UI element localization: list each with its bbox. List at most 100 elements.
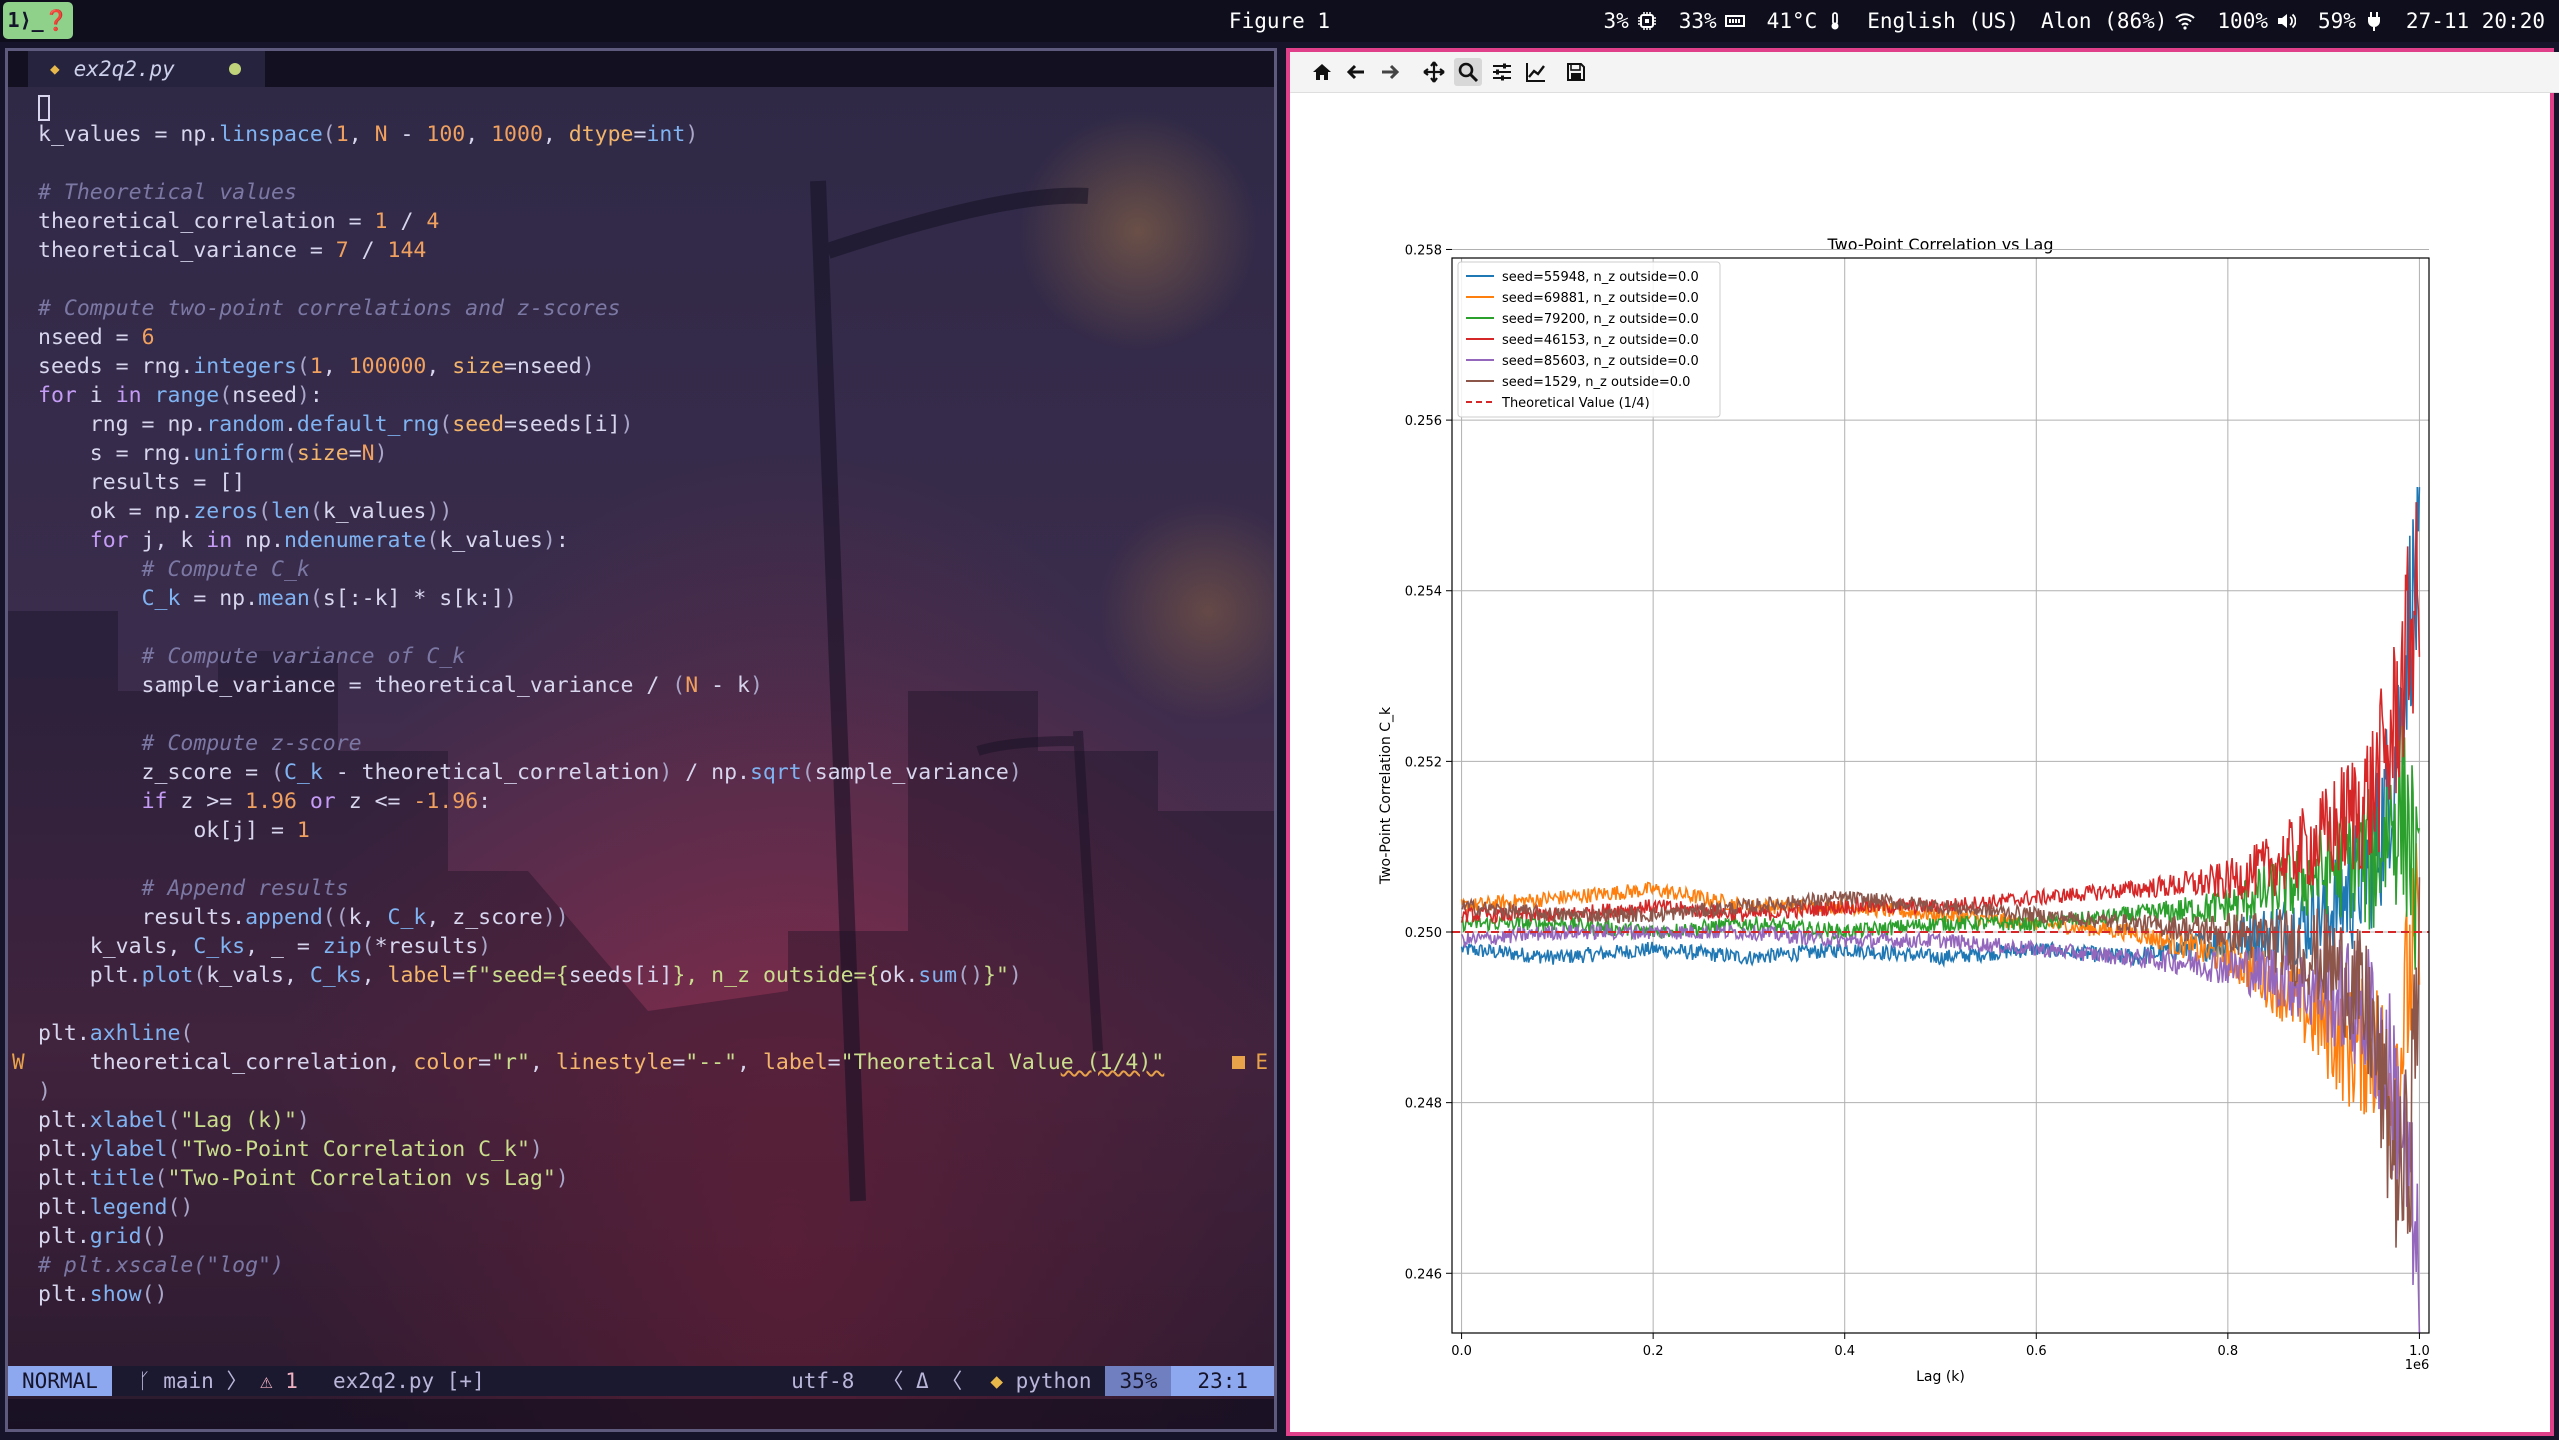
code-line: seeds = rng.integers(1, 100000, size=nse…	[38, 354, 595, 379]
cursor-position: 23:1	[1171, 1366, 1274, 1396]
diagnostic-marker[interactable]: E	[1232, 1048, 1268, 1077]
pan-icon	[1423, 61, 1445, 83]
memory-indicator[interactable]: 33%	[1679, 0, 1745, 42]
legend-entry: seed=1529, n_z outside=0.0	[1502, 375, 1690, 390]
code-line: )	[38, 1079, 51, 1104]
forward-button[interactable]	[1376, 58, 1404, 86]
file-type: ◆ python	[990, 1369, 1092, 1393]
code-line: plt.show()	[38, 1282, 168, 1307]
temperature-indicator[interactable]: 41°C	[1767, 0, 1846, 42]
brightness-indicator[interactable]: 100%	[2217, 0, 2296, 42]
code-line: results.append((k, C_k, z_score))	[38, 905, 569, 930]
code-line: ok = np.zeros(len(k_values))	[38, 499, 453, 524]
save-button[interactable]	[1562, 58, 1590, 86]
system-status: 3% 33% 41°C English (US) Alon (86%) 100%…	[1603, 0, 2545, 42]
volume-indicator[interactable]: 59%	[2318, 0, 2384, 42]
code-line: # Compute variance of C_k	[38, 644, 466, 669]
series-line	[1460, 923, 2421, 1334]
vim-mode: NORMAL	[8, 1366, 112, 1396]
branch-name: main	[163, 1369, 214, 1393]
legend-entry: seed=85603, n_z outside=0.0	[1502, 354, 1699, 369]
git-branch: ᚴ main 〉	[138, 1369, 248, 1393]
volume-value: 59%	[2317, 9, 2356, 33]
axes-frame	[1451, 257, 2430, 1334]
thermometer-icon	[1831, 12, 1839, 30]
y-tick-label: 0.246	[1405, 1267, 1442, 1282]
code-line: plt.title("Two-Point Correlation vs Lag"…	[38, 1166, 569, 1191]
zoom-button[interactable]	[1454, 58, 1482, 86]
x-axis-offset-text: 1e6	[2405, 1358, 2430, 1373]
y-tick-label: 0.258	[1405, 243, 1442, 258]
code-line: for i in range(nseed):	[38, 383, 323, 408]
code-line: plt.axhline(	[38, 1021, 194, 1046]
code-line: rng = np.random.default_rng(seed=seeds[i…	[38, 412, 634, 437]
status-line: NORMAL ᚴ main 〉 ⚠ 1 ex2q2.py [+] utf-8 〈…	[8, 1366, 1274, 1396]
tab-ex2q2-py[interactable]: ◆ ex2q2.py	[28, 51, 265, 87]
edit-axes-button[interactable]	[1522, 58, 1550, 86]
warning-count: ⚠ 1	[260, 1369, 298, 1393]
code-line: plt.plot(k_vals, C_ks, label=f"seed={see…	[38, 963, 1022, 988]
python-file-icon: ◆	[990, 1369, 1003, 1393]
cpu-indicator[interactable]: 3%	[1603, 0, 1656, 42]
y-tick-label: 0.252	[1405, 755, 1442, 770]
code-line: k_vals, C_ks, _ = zip(*results)	[38, 934, 492, 959]
code-line: nseed = 6	[38, 325, 155, 350]
cpu-icon	[1637, 12, 1656, 30]
code-line: theoretical_correlation = 1 / 4	[38, 209, 440, 234]
legend-entry: Theoretical Value (1/4)	[1501, 396, 1650, 411]
diagnostic-square-icon	[1232, 1056, 1246, 1069]
code-line: plt.legend()	[38, 1195, 194, 1220]
subplots-config-button[interactable]	[1488, 58, 1516, 86]
figure-toolbar	[1290, 52, 2559, 93]
edit-axes-icon	[1526, 63, 1545, 82]
volume-icon	[2277, 13, 2296, 29]
editor-window[interactable]: ◆ ex2q2.py k_values = np.linspace(1, N -…	[5, 48, 1277, 1432]
home-button[interactable]	[1308, 58, 1336, 86]
legend-entry: seed=46153, n_z outside=0.0	[1502, 333, 1699, 348]
command-line[interactable]	[8, 1399, 1274, 1429]
cpu-value: 3%	[1603, 9, 1629, 33]
code-line: # Append results	[38, 876, 349, 901]
subplots-config-icon	[1493, 63, 1511, 81]
code-line: # Theoretical values	[38, 180, 297, 205]
chart-canvas[interactable]: Two-Point Correlation vs Lag 0.0 0.2 0.4 0.…	[1290, 96, 2550, 1432]
warning-sign: W	[12, 1050, 25, 1074]
wifi-network-value: Alon (86%)	[2040, 9, 2168, 33]
legend-entry: seed=79200, n_z outside=0.0	[1502, 312, 1699, 327]
x-tick-label: 0.6	[2026, 1344, 2047, 1359]
code-line: sample_variance = theoretical_variance /…	[38, 673, 763, 698]
forward-arrow-icon	[1382, 64, 1400, 80]
clock[interactable]: 27-11 20:20	[2406, 0, 2545, 42]
code-area[interactable]: k_values = np.linspace(1, N - 100, 1000,…	[8, 91, 1274, 1371]
code-line: plt.ylabel("Two-Point Correlation C_k")	[38, 1137, 543, 1162]
temperature-value: 41°C	[1766, 9, 1818, 33]
series-line	[1460, 502, 2421, 925]
chart-title: Two-Point Correlation vs Lag	[1827, 235, 2054, 254]
statusline-filename: ex2q2.py [+]	[333, 1369, 485, 1393]
scroll-percent: 35%	[1105, 1366, 1172, 1396]
matplotlib-figure-window[interactable]: Two-Point Correlation vs Lag 0.0 0.2 0.4 0.…	[1286, 48, 2559, 1436]
home-icon	[1313, 64, 1331, 80]
legend-entry: seed=55948, n_z outside=0.0	[1502, 270, 1699, 285]
memory-icon	[1724, 15, 1745, 27]
y-tick-label: 0.254	[1405, 585, 1442, 600]
code-line: C_k = np.mean(s[:-k] * s[k:])	[141, 586, 517, 611]
back-arrow-icon	[1346, 64, 1364, 80]
x-tick-label: 0.2	[1643, 1344, 1664, 1359]
launcher-button[interactable]: 1⟩_❓	[3, 2, 73, 39]
code-line: theoretical_correlation, color="r", line…	[38, 1050, 1165, 1075]
pan-button[interactable]	[1420, 58, 1448, 86]
tab-filename: ex2q2.py	[73, 57, 175, 81]
code-line: # Compute z-score	[38, 731, 362, 756]
back-button[interactable]	[1342, 58, 1370, 86]
x-tick-label: 0.0	[1451, 1344, 1472, 1359]
legend-entry: seed=69881, n_z outside=0.0	[1502, 291, 1699, 306]
code-line: # plt.xscale("log")	[38, 1253, 284, 1278]
window-title: Figure 1	[1228, 9, 1331, 33]
wifi-indicator[interactable]: Alon (86%)	[2040, 0, 2196, 42]
code-line: if z >= 1.96 or z <= -1.96:	[141, 789, 492, 814]
keyboard-layout-indicator[interactable]: English (US)	[1867, 0, 2019, 42]
y-tick-label: 0.248	[1405, 1097, 1442, 1112]
brightness-value: 100%	[2217, 9, 2268, 33]
tab-line: ◆ ex2q2.py	[8, 51, 1274, 87]
